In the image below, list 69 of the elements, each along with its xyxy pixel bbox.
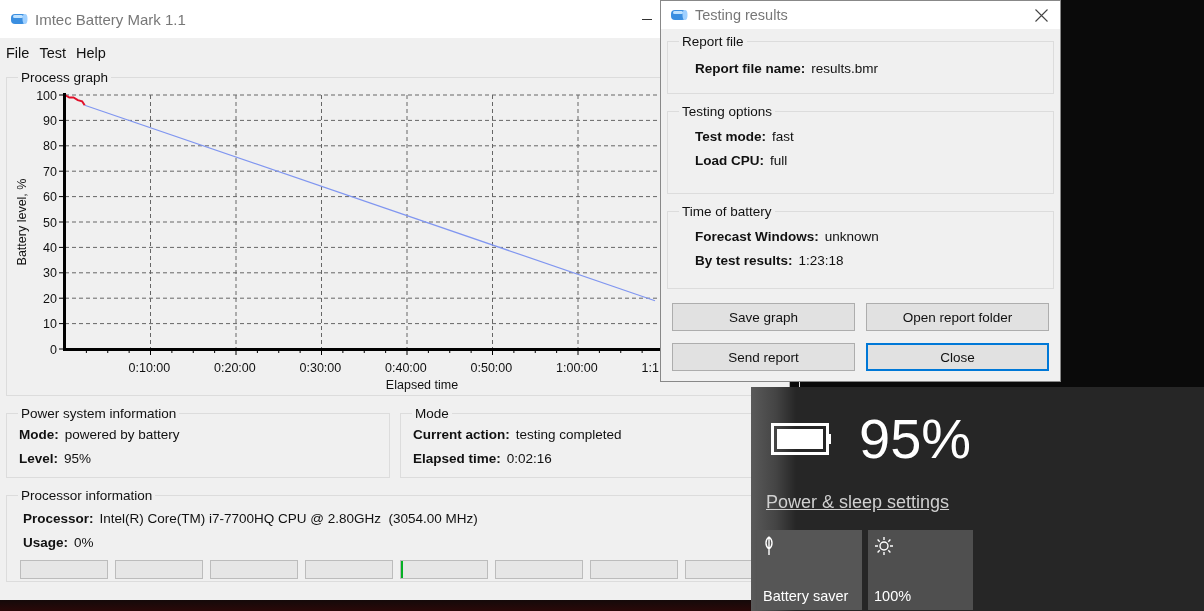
field-label: Processor: [23, 510, 94, 528]
field-value: Intel(R) Core(TM) i7-7700HQ CPU @ 2.80GHz (3054.00 MHz) [99, 510, 478, 528]
axis-tick-label: 1:00:00 [556, 361, 598, 375]
axis-tick-label: 0:20:00 [214, 361, 256, 375]
axis-tick-label: 70 [43, 164, 57, 179]
field-value: 0:02:16 [506, 450, 552, 468]
field-label: Test mode: [695, 128, 766, 146]
field-value: 0% [74, 534, 94, 552]
field-value: unknown [824, 228, 879, 246]
settings-link[interactable]: Power & sleep settings [766, 492, 950, 513]
leaf-icon [763, 536, 775, 556]
group-title: Power system information [20, 406, 178, 421]
field-label: Forecast Windows: [695, 228, 819, 246]
axis-tick-label: 20 [43, 291, 57, 306]
window-title: Imtec Battery Mark 1.1 [35, 10, 186, 28]
window-title: Testing results [695, 7, 788, 23]
quick-action-tile[interactable]: Battery saver [757, 530, 862, 610]
group-title: Time of battery [681, 204, 773, 219]
dialog-button[interactable]: Send report [672, 343, 855, 371]
group-title: Process graph [20, 70, 110, 85]
group-title: Testing options [681, 104, 774, 119]
menu-item[interactable]: File [6, 45, 30, 61]
field-label: Elapsed time: [413, 450, 501, 468]
battery-percentage: 95% [859, 407, 972, 471]
battery-app-icon [669, 7, 689, 23]
battery-app-icon [9, 11, 29, 27]
battery-icon [771, 423, 833, 455]
field-label: Report file name: [695, 60, 806, 78]
axis-title: Elapsed time [385, 378, 459, 392]
field-label: Usage: [23, 534, 68, 552]
group-title: Mode [414, 406, 450, 421]
close-icon[interactable] [1035, 8, 1048, 22]
minimize-icon[interactable] [642, 18, 652, 20]
axis-tick-label: 40 [43, 240, 57, 255]
field-value: 1:23:18 [798, 252, 844, 270]
field-value: testing completed [515, 426, 622, 444]
field-value: powered by battery [64, 426, 180, 444]
axis-tick-label: 0:40:00 [385, 361, 427, 375]
axis-title: Battery level, % [15, 178, 29, 266]
quick-action-tile[interactable]: 100% [868, 530, 973, 610]
field-value: results.bmr [811, 60, 879, 78]
axis-tick-label: 0:30:00 [299, 361, 342, 375]
axis-tick-label: 80 [43, 139, 57, 154]
brightness-icon [874, 536, 894, 556]
field-label: By test results: [695, 252, 793, 270]
field-label: Mode: [19, 426, 59, 444]
dialog-button[interactable]: Close [866, 343, 1049, 371]
axis-tick-label: 0:10:00 [128, 361, 171, 375]
axis-tick-label: 60 [43, 190, 57, 205]
axis-tick-label: 0 [50, 342, 57, 357]
axis-tick-label: 100 [36, 88, 57, 103]
group-title: Processor information [20, 488, 154, 503]
dialog-button[interactable]: Save graph [672, 303, 855, 331]
field-value: 95% [64, 450, 92, 468]
group-title: Report file [681, 34, 745, 49]
field-value: full [770, 152, 788, 170]
menu-item[interactable]: Help [75, 45, 106, 61]
axis-tick-label: 1:1 [641, 361, 659, 375]
field-value: fast [772, 128, 794, 146]
axis-tick-label: 30 [43, 266, 57, 281]
axis-tick-label: 50 [43, 215, 57, 230]
axis-tick-label: 10 [43, 317, 57, 332]
axis-tick-label: 90 [43, 113, 57, 128]
dialog-button[interactable]: Open report folder [866, 303, 1049, 331]
field-label: Level: [19, 450, 59, 468]
menu-item[interactable]: Test [39, 45, 66, 61]
field-label: Load CPU: [695, 152, 764, 170]
field-label: Current action: [413, 426, 510, 444]
axis-tick-label: 0:50:00 [470, 361, 513, 375]
